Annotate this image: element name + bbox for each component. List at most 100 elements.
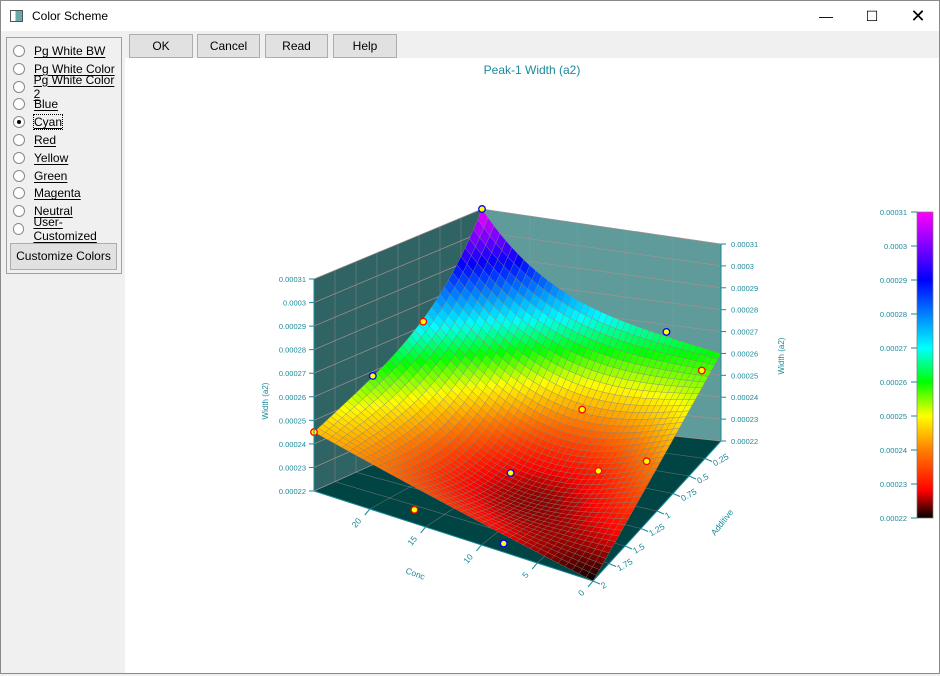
z-tick-label-right: 0.00025 (731, 371, 758, 380)
radio-label: Red (34, 133, 57, 147)
window-title: Color Scheme (32, 9, 109, 23)
data-point (697, 366, 706, 375)
y-tick-label: 2 (599, 580, 608, 591)
radio-label: User-Customized (33, 215, 97, 243)
scheme-radio-user-customized[interactable]: User-Customized (13, 215, 121, 243)
x-tick-label: 10 (461, 552, 475, 566)
scheme-radio-pg-white-color-2[interactable]: Pg White Color 2 (13, 73, 121, 101)
y-tick-label: 0.75 (679, 486, 699, 503)
title-bar: Color Scheme — ☐ ✕ (1, 1, 939, 31)
x-tick (420, 526, 426, 534)
z-tick-label-right: 0.00026 (731, 349, 758, 358)
read-button[interactable]: Read (265, 34, 328, 58)
scheme-panel: Pg White BW Pg White Color Pg White Color … (6, 37, 122, 274)
z-tick-label-left: 0.00027 (279, 369, 306, 378)
x-tick (531, 562, 538, 570)
z-tick-label-left: 0.00025 (279, 416, 306, 425)
x-tick-label: 0 (576, 588, 587, 598)
radio-circle[interactable] (13, 80, 25, 93)
radio-label: Magenta (34, 186, 81, 201)
data-point (368, 372, 377, 380)
z-tick-label-left: 0.00031 (279, 275, 306, 284)
radio-label: Cyan (32, 114, 64, 131)
minimize-button[interactable]: — (803, 1, 849, 31)
y-tick-label: 1.75 (615, 556, 635, 573)
z-tick-label-right: 0.00024 (731, 393, 758, 402)
x-tick (587, 580, 594, 588)
data-point (410, 505, 419, 514)
radio-circle[interactable] (13, 169, 25, 182)
scheme-radio-cyan[interactable]: Cyan (13, 114, 64, 131)
customize-colors-button[interactable]: Customize Colors (10, 243, 117, 270)
x-tick (476, 544, 482, 552)
close-button[interactable]: ✕ (895, 1, 940, 31)
scheme-radio-blue[interactable]: Blue (13, 96, 58, 112)
scheme-radio-pg-white-bw[interactable]: Pg White BW (13, 43, 105, 59)
data-point (419, 317, 428, 326)
z-tick-label-right: 0.00031 (731, 240, 758, 249)
radio-circle[interactable] (13, 187, 25, 200)
z-tick-label-left: 0.00028 (279, 346, 306, 355)
colorbar-tick-label: 0.00031 (880, 208, 907, 217)
radio-label: Yellow (34, 150, 69, 165)
scheme-radio-red[interactable]: Red (13, 132, 56, 148)
maximize-icon: ☐ (865, 8, 879, 24)
y-tick-label: 1.5 (631, 541, 646, 556)
help-button[interactable]: Help (333, 34, 397, 58)
radio-circle[interactable] (13, 223, 25, 235)
x-tick-label: 5 (520, 570, 531, 580)
x-tick (364, 508, 371, 516)
scheme-radio-yellow[interactable]: Yellow (13, 150, 68, 166)
x-tick-label: 20 (350, 516, 364, 530)
maximize-button[interactable]: ☐ (849, 1, 895, 31)
colorbar (916, 211, 934, 519)
minimize-icon: — (819, 8, 833, 24)
scheme-radio-green[interactable]: Green (13, 168, 67, 184)
cancel-button[interactable]: Cancel (197, 34, 260, 58)
x-axis-title: Conc (404, 565, 427, 581)
radio-circle[interactable] (13, 134, 25, 146)
radio-circle[interactable] (13, 98, 25, 111)
radio-circle[interactable] (13, 151, 25, 164)
z-axis-title-right: Width (a2) (777, 337, 786, 374)
ok-button[interactable]: OK (129, 34, 193, 58)
chart-title: Peak-1 Width (a2) (484, 63, 581, 77)
y-tick-label: 1 (663, 510, 672, 521)
colorbar-tick-label: 0.00024 (880, 446, 907, 455)
colorbar-tick-label: 0.0003 (884, 242, 907, 251)
radio-circle[interactable] (13, 116, 25, 129)
z-axis-title-left: Width (a2) (261, 382, 270, 419)
y-tick-label: 0.25 (711, 451, 731, 468)
data-point (662, 327, 671, 336)
z-tick-label-left: 0.00023 (279, 463, 306, 472)
radio-label: Blue (34, 97, 59, 112)
x-tick-label: 15 (405, 534, 419, 548)
z-tick-label-right: 0.00022 (731, 437, 758, 446)
z-tick-label-left: 0.0003 (283, 299, 306, 308)
close-icon: ✕ (910, 6, 926, 26)
color-scheme-dialog: Color Scheme — ☐ ✕ Pg White BW Pg White C… (0, 0, 940, 674)
colorbar-tick-label: 0.00023 (880, 480, 907, 489)
y-tick-label: 1.25 (647, 521, 667, 538)
y-axis-title: Additive (709, 507, 736, 537)
z-tick-label-left: 0.00026 (279, 393, 306, 402)
radio-label: Pg White BW (34, 44, 106, 58)
radio-circle[interactable] (13, 62, 25, 75)
z-tick-label-right: 0.00029 (731, 284, 758, 293)
data-point (642, 457, 651, 466)
data-point (594, 466, 603, 475)
data-point (499, 539, 508, 548)
colorbar-tick-label: 0.00026 (880, 378, 907, 387)
z-tick-label-right: 0.0003 (731, 262, 754, 271)
colorbar-tick-label: 0.00029 (880, 276, 907, 285)
z-tick-label-right: 0.00027 (731, 328, 758, 337)
surface-plot: Peak-1 Width (a2) 0.00022 0.00022 0.00023 0… (261, 63, 934, 598)
z-tick-label-left: 0.00022 (279, 487, 306, 496)
data-point (478, 205, 486, 213)
scheme-radio-magenta[interactable]: Magenta (13, 185, 81, 201)
colorbar-tick-label: 0.00025 (880, 412, 907, 421)
radio-circle[interactable] (13, 45, 25, 57)
z-tick-label-left: 0.00024 (279, 440, 306, 449)
colorbar-tick-label: 0.00028 (880, 310, 907, 319)
radio-circle[interactable] (13, 205, 25, 218)
